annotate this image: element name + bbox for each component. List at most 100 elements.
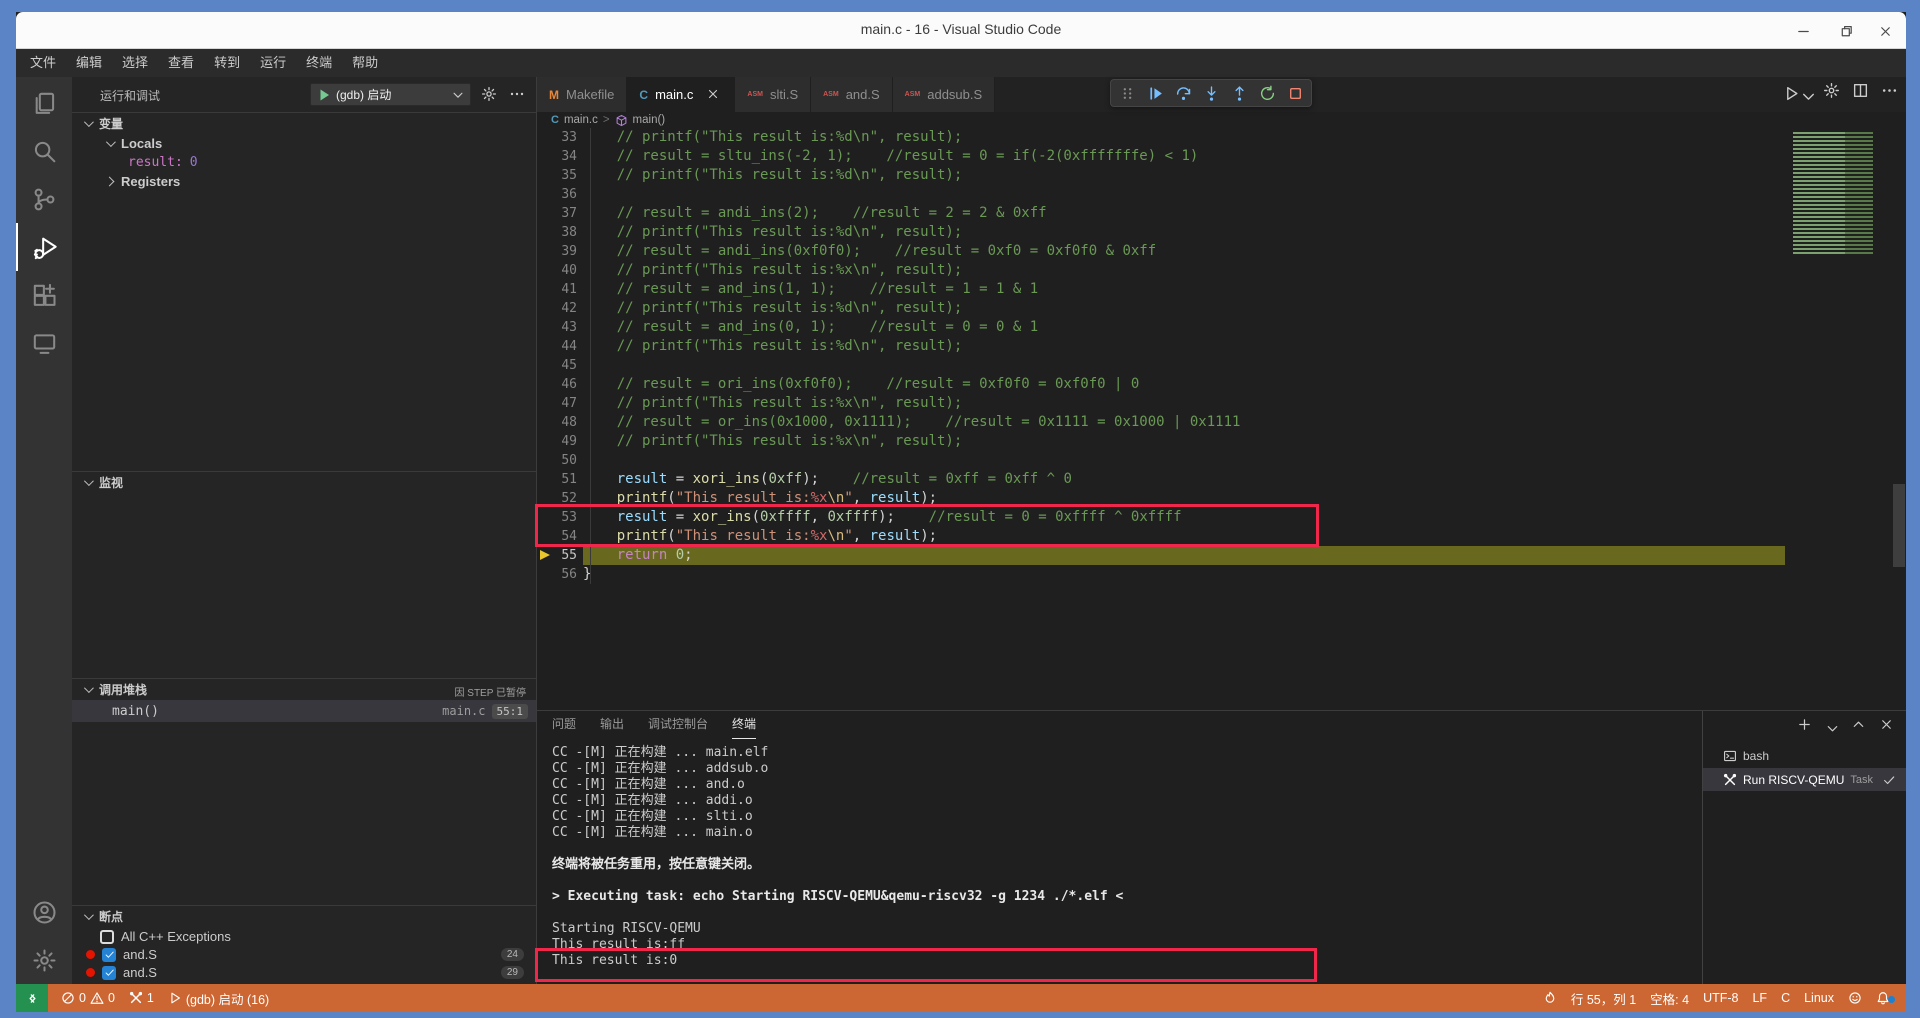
code-line-46[interactable]: 46 // result = ori_ins(0xf0f0); //result… bbox=[537, 375, 1785, 394]
code-line-35[interactable]: 35 // printf("This result is:%d\n", resu… bbox=[537, 166, 1785, 185]
line-number[interactable]: 56 bbox=[555, 565, 577, 584]
code-line-38[interactable]: 38 // printf("This result is:%d\n", resu… bbox=[537, 223, 1785, 242]
breakpoint-gutter[interactable] bbox=[537, 432, 555, 451]
checkbox-unchecked[interactable] bbox=[100, 930, 114, 944]
minimap[interactable] bbox=[1785, 128, 1892, 710]
line-number[interactable]: 55 bbox=[555, 546, 577, 565]
breakpoint-gutter[interactable] bbox=[537, 166, 555, 185]
breakpoint-row[interactable]: and.S24 bbox=[72, 945, 536, 964]
minimize-button[interactable] bbox=[1792, 20, 1814, 42]
breadcrumb-symbol[interactable]: main() bbox=[633, 114, 666, 126]
line-number[interactable]: 34 bbox=[555, 147, 577, 166]
code-line-45[interactable]: 45 bbox=[537, 356, 1785, 375]
exception-breakpoint-row[interactable]: All C++ Exceptions bbox=[72, 927, 536, 946]
line-number[interactable]: 41 bbox=[555, 280, 577, 299]
source-control-icon[interactable] bbox=[16, 175, 72, 223]
line-number[interactable]: 38 bbox=[555, 223, 577, 242]
line-number[interactable]: 50 bbox=[555, 451, 577, 470]
breakpoint-gutter[interactable] bbox=[537, 147, 555, 166]
registers-tree-item[interactable]: Registers bbox=[72, 172, 536, 191]
start-debug-icon[interactable] bbox=[316, 87, 332, 103]
code-line-34[interactable]: 34 // result = sltu_ins(-2, 1); //result… bbox=[537, 147, 1785, 166]
debug-session-status[interactable]: (gdb) 启动 (16) bbox=[161, 984, 276, 1012]
language-status[interactable]: C bbox=[1774, 991, 1797, 1005]
configure-gear-icon[interactable] bbox=[1823, 82, 1840, 104]
breakpoint-gutter[interactable] bbox=[537, 204, 555, 223]
tab-slti.S[interactable]: ASMslti.S bbox=[735, 77, 811, 112]
code-line-36[interactable]: 36 bbox=[537, 185, 1785, 204]
breakpoint-gutter[interactable] bbox=[537, 470, 555, 489]
continue-icon[interactable] bbox=[1143, 81, 1167, 105]
menu-item[interactable]: 查看 bbox=[158, 49, 204, 77]
close-tab-icon[interactable] bbox=[706, 87, 722, 103]
tab-Makefile[interactable]: MMakefile bbox=[537, 77, 627, 112]
callstack-frame-row[interactable]: main() main.c 55:1 bbox=[72, 700, 536, 722]
menu-item[interactable]: 编辑 bbox=[66, 49, 112, 77]
code-line-39[interactable]: 39 // result = andi_ins(0xf0f0); //resul… bbox=[537, 242, 1785, 261]
breakpoint-gutter[interactable] bbox=[537, 318, 555, 337]
debug-config-dropdown[interactable]: (gdb) 启动 bbox=[310, 83, 471, 106]
encoding-status[interactable]: UTF-8 bbox=[1696, 991, 1745, 1005]
cursor-position-status[interactable]: 行 55，列 1 bbox=[1564, 989, 1643, 1008]
restart-icon[interactable] bbox=[1255, 81, 1279, 105]
menu-item[interactable]: 帮助 bbox=[342, 49, 388, 77]
flame-icon[interactable] bbox=[1536, 991, 1564, 1005]
debug-settings-icon[interactable] bbox=[481, 86, 498, 103]
breakpoint-gutter[interactable] bbox=[537, 299, 555, 318]
problems-status[interactable]: 0 0 bbox=[54, 984, 122, 1012]
current-line-arrow[interactable] bbox=[537, 546, 555, 565]
extensions-icon[interactable] bbox=[16, 271, 72, 319]
menu-item[interactable]: 终端 bbox=[296, 49, 342, 77]
breakpoint-gutter[interactable] bbox=[537, 261, 555, 280]
remote-explorer-icon[interactable] bbox=[16, 319, 72, 367]
code-line-49[interactable]: 49 // printf("This result is:%x\n", resu… bbox=[537, 432, 1785, 451]
breakpoint-row[interactable]: and.S29 bbox=[72, 963, 536, 982]
maximize-button[interactable] bbox=[1835, 20, 1857, 42]
panel-tab-问题[interactable]: 问题 bbox=[552, 711, 576, 739]
stop-icon[interactable] bbox=[1283, 81, 1307, 105]
terminal-item-task[interactable]: Run RISCV-QEMU Task bbox=[1703, 768, 1906, 791]
line-number[interactable]: 36 bbox=[555, 185, 577, 204]
line-number[interactable]: 46 bbox=[555, 375, 577, 394]
tab-and.S[interactable]: ASMand.S bbox=[811, 77, 893, 112]
os-status[interactable]: Linux bbox=[1797, 991, 1841, 1005]
code-line-43[interactable]: 43 // result = and_ins(0, 1); //result =… bbox=[537, 318, 1785, 337]
code-line-44[interactable]: 44 // printf("This result is:%d\n", resu… bbox=[537, 337, 1785, 356]
breakpoint-gutter[interactable] bbox=[537, 413, 555, 432]
code-line-41[interactable]: 41 // result = and_ins(1, 1); //result =… bbox=[537, 280, 1785, 299]
breakpoint-gutter[interactable] bbox=[537, 356, 555, 375]
indentation-status[interactable]: 空格: 4 bbox=[1643, 989, 1696, 1008]
locals-tree-item[interactable]: Locals bbox=[72, 134, 536, 153]
step-out-icon[interactable] bbox=[1227, 81, 1251, 105]
split-editor-icon[interactable] bbox=[1852, 82, 1869, 104]
line-number[interactable]: 47 bbox=[555, 394, 577, 413]
step-over-icon[interactable] bbox=[1171, 81, 1195, 105]
variables-section-header[interactable]: 变量 bbox=[72, 112, 536, 134]
code-line-51[interactable]: 51 result = xori_ins(0xff); //result = 0… bbox=[537, 470, 1785, 489]
breakpoint-gutter[interactable] bbox=[537, 128, 555, 147]
close-button[interactable] bbox=[1874, 20, 1896, 42]
breakpoint-gutter[interactable] bbox=[537, 242, 555, 261]
explorer-icon[interactable] bbox=[16, 79, 72, 127]
code-line-56[interactable]: 56} bbox=[537, 565, 1785, 584]
checkbox-checked[interactable] bbox=[102, 966, 116, 980]
editor-scrollbar[interactable] bbox=[1892, 77, 1906, 710]
line-number[interactable]: 37 bbox=[555, 204, 577, 223]
panel-tab-调试控制台[interactable]: 调试控制台 bbox=[648, 711, 708, 739]
breakpoint-gutter[interactable] bbox=[537, 185, 555, 204]
breakpoints-section-header[interactable]: 断点 bbox=[72, 905, 536, 927]
line-number[interactable]: 42 bbox=[555, 299, 577, 318]
breakpoint-gutter[interactable] bbox=[537, 565, 555, 584]
line-number[interactable]: 48 bbox=[555, 413, 577, 432]
panel-tab-输出[interactable]: 输出 bbox=[600, 711, 624, 739]
breadcrumb-file[interactable]: main.c bbox=[564, 114, 598, 126]
panel-tab-终端[interactable]: 终端 bbox=[732, 711, 756, 739]
step-into-icon[interactable] bbox=[1199, 81, 1223, 105]
tasks-status[interactable]: 1 bbox=[122, 984, 161, 1012]
settings-gear-icon[interactable] bbox=[16, 936, 72, 984]
notifications-bell-icon[interactable] bbox=[1869, 991, 1898, 1006]
line-number[interactable]: 39 bbox=[555, 242, 577, 261]
menu-item[interactable]: 运行 bbox=[250, 49, 296, 77]
line-number[interactable]: 43 bbox=[555, 318, 577, 337]
code-line-48[interactable]: 48 // result = or_ins(0x1000, 0x1111); /… bbox=[537, 413, 1785, 432]
